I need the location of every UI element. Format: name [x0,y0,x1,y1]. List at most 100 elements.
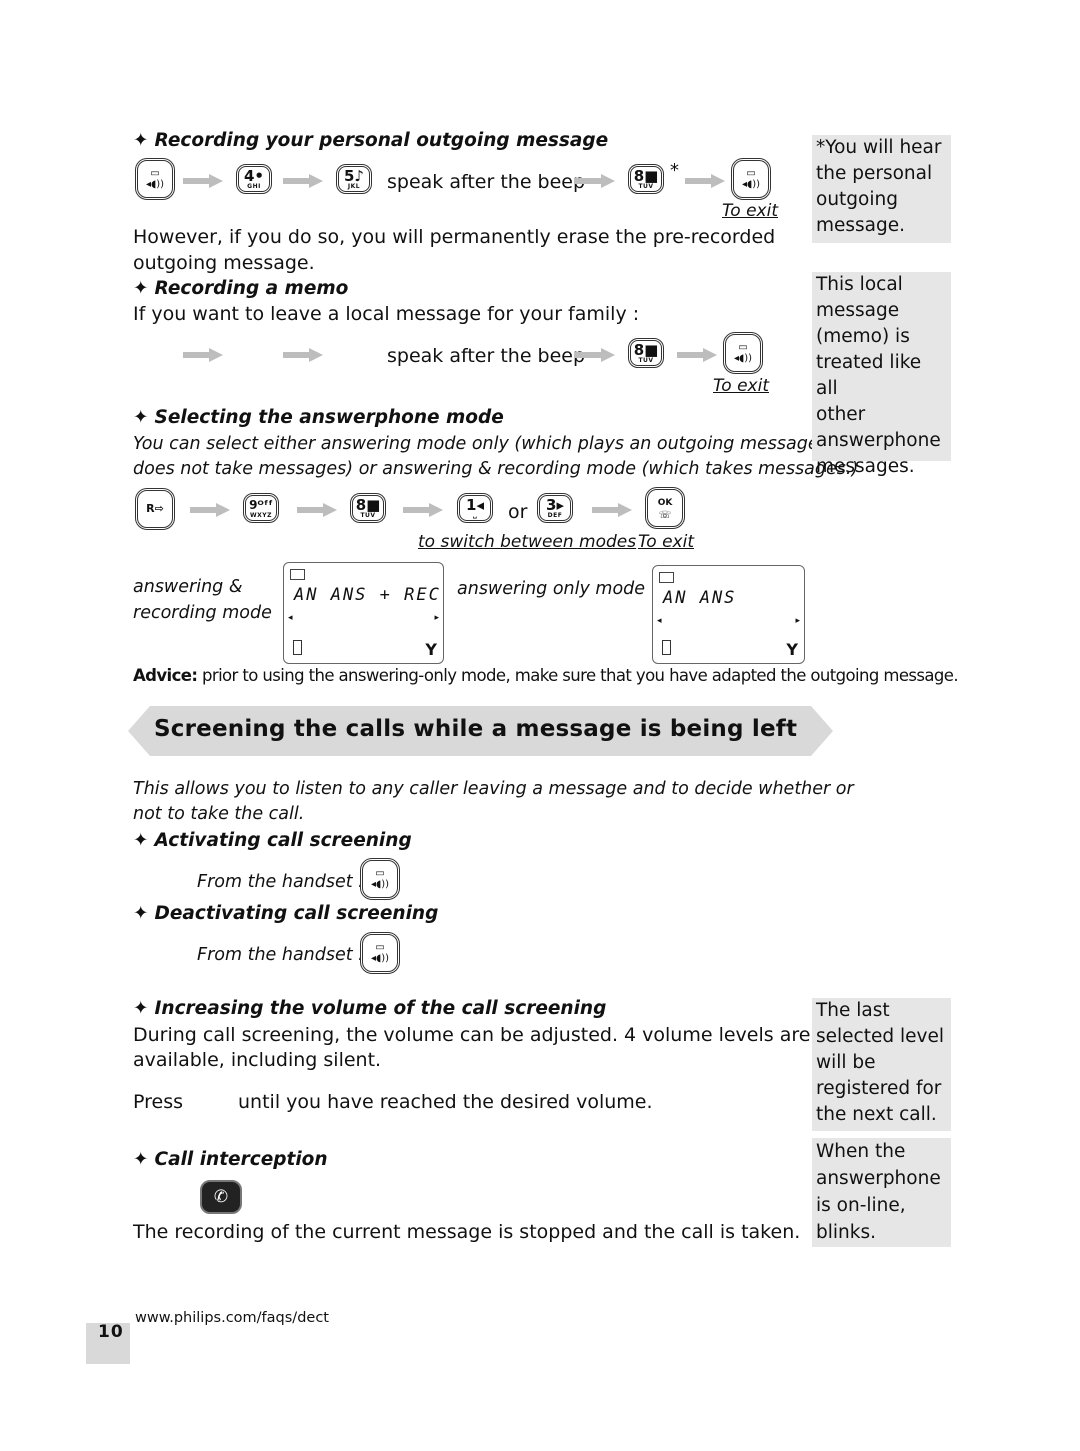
subheading-memo: ✦ Recording a memo [133,278,348,299]
antenna-icon: Y [425,640,437,659]
key-3-icon: 3▸ DEF [537,493,573,523]
diamond-bullet-icon: ✦ [133,830,149,851]
subheading-intercept: ✦ Call interception [133,1149,328,1170]
side-note: When the answerphone is on-line, blinks. [812,1138,951,1247]
tape-icon [659,572,674,583]
footer-link[interactable]: www.philips.com/faqs/dect [135,1310,329,1326]
diamond-bullet-icon: ✦ [133,1149,149,1170]
section-heading: Screening the calls while a message is b… [154,716,798,742]
answerphone-key-icon: ▭ ◂◖)) [135,158,175,200]
subheading-text: Recording your personal outgoing message [154,130,609,151]
arrow-icon [677,348,717,362]
exit-label: To exit [722,201,778,221]
note-line: messages. [816,456,915,477]
arrow-icon [685,174,725,188]
advice-text: prior to using the answering-only mode, … [197,666,959,685]
note-line: (memo) is [816,326,910,347]
arrow-icon [283,348,323,362]
note-line: treated like all [816,352,922,399]
intercept-text: The recording of the current message is … [133,1221,801,1243]
subheading-text: Increasing the volume of the call screen… [154,998,607,1019]
asterisk: * [670,160,679,181]
note-line: selected level [816,1026,944,1047]
advice-label: Advice: [133,666,198,685]
key-9-icon: 9ᴼᶠᶠ WXYZ [243,493,279,523]
ok-key-icon: OK ☏ [645,487,685,529]
key-1-icon: 1◂ ␣ [457,493,493,523]
subheading-mode: ✦ Selecting the answerphone mode [133,407,504,428]
arrow-icon [575,174,615,188]
mode-label-line: answering & [133,577,243,597]
side-note: This local message (memo) is treated lik… [812,272,951,477]
from-handset-label: From the handset : [197,945,365,965]
subheading-record-ogm: ✦ Recording your personal outgoing messag… [133,130,608,151]
diamond-bullet-icon: ✦ [133,278,149,299]
body-line: However, if you do so, you will permanen… [133,226,776,248]
note-line: This local [816,274,903,295]
or-label: or [508,501,528,523]
note-line: answerphone [816,1168,941,1189]
left-arrow-icon: ◂ [288,613,293,623]
note-line: outgoing [816,189,898,210]
note-line: other [816,404,866,425]
arrow-icon [575,348,615,362]
antenna-icon: Y [786,640,798,659]
body-line: outgoing message. [133,252,315,274]
right-arrow-icon: ▸ [795,616,800,626]
press-rest: until you have reached the desired volum… [238,1091,653,1113]
side-note: The last selected level will be register… [812,998,951,1131]
note-line: the next call. [816,1104,937,1125]
note-line: *You will hear [816,137,942,158]
redial-key-icon: R⇨ [135,488,175,530]
diamond-bullet-icon: ✦ [133,130,149,151]
battery-icon [662,640,671,655]
arrow-icon [283,174,323,188]
from-handset-label: From the handset : [197,872,365,892]
step-text: speak after the beep [387,345,586,367]
key-8-icon: 8■ TUV [628,338,664,368]
step-text: speak after the beep [387,171,586,193]
arrow-icon [190,503,230,517]
battery-icon [293,640,302,655]
lcd-display-answer-only: AN ANS ◂ ▸ Y [652,565,805,664]
answerphone-key-icon: ▭ ◂◖)) [731,158,771,200]
subheading-text: Deactivating call screening [154,903,439,924]
screening-intro-line: This allows you to listen to any caller … [133,779,854,799]
lcd-text: AN ANS [663,588,737,608]
arrow-icon [297,503,337,517]
subheading-text: Selecting the answerphone mode [154,407,504,428]
left-arrow-icon: ◂ [657,616,662,626]
key-4-icon: 4• GHI [236,164,272,194]
tape-icon [290,569,305,580]
note-line: message. [816,215,906,236]
subheading-text: Activating call screening [154,830,412,851]
exit-label: To exit [638,532,694,552]
mode-body-line: You can select either answering mode onl… [133,434,854,454]
note-line: answerphone [816,430,941,451]
advice: Advice: prior to using the answering-onl… [133,666,959,685]
subheading-text: Call interception [154,1149,328,1170]
switch-modes-label: to switch between modes [418,532,637,552]
answerphone-key-icon: ▭ ◂◖)) [360,932,400,974]
lcd-text: AN ANS + REC [294,585,441,605]
mode-label-line: answering only mode [457,579,646,599]
right-arrow-icon: ▸ [434,613,439,623]
arrow-icon [183,348,223,362]
arrow-icon [592,503,632,517]
subheading-activate: ✦ Activating call screening [133,830,412,851]
lcd-display-answer-record: AN ANS + REC ◂ ▸ Y [283,562,444,664]
arrow-icon [403,503,443,517]
subheading-volume: ✦ Increasing the volume of the call scree… [133,998,606,1019]
talk-key-icon: ✆ [200,1180,242,1214]
subheading-text: Recording a memo [154,278,349,299]
arrow-icon [183,174,223,188]
press-label: Press [133,1091,184,1113]
note-line: registered for [816,1078,942,1099]
key-8-icon: 8■ TUV [350,493,386,523]
note-line: When the [816,1141,906,1162]
volume-body-line: During call screening, the volume can be… [133,1024,811,1046]
answerphone-key-icon: ▭ ◂◖)) [360,858,400,900]
subheading-deactivate: ✦ Deactivating call screening [133,903,438,924]
volume-body-line: available, including silent. [133,1049,382,1071]
note-line: will be [816,1052,876,1073]
